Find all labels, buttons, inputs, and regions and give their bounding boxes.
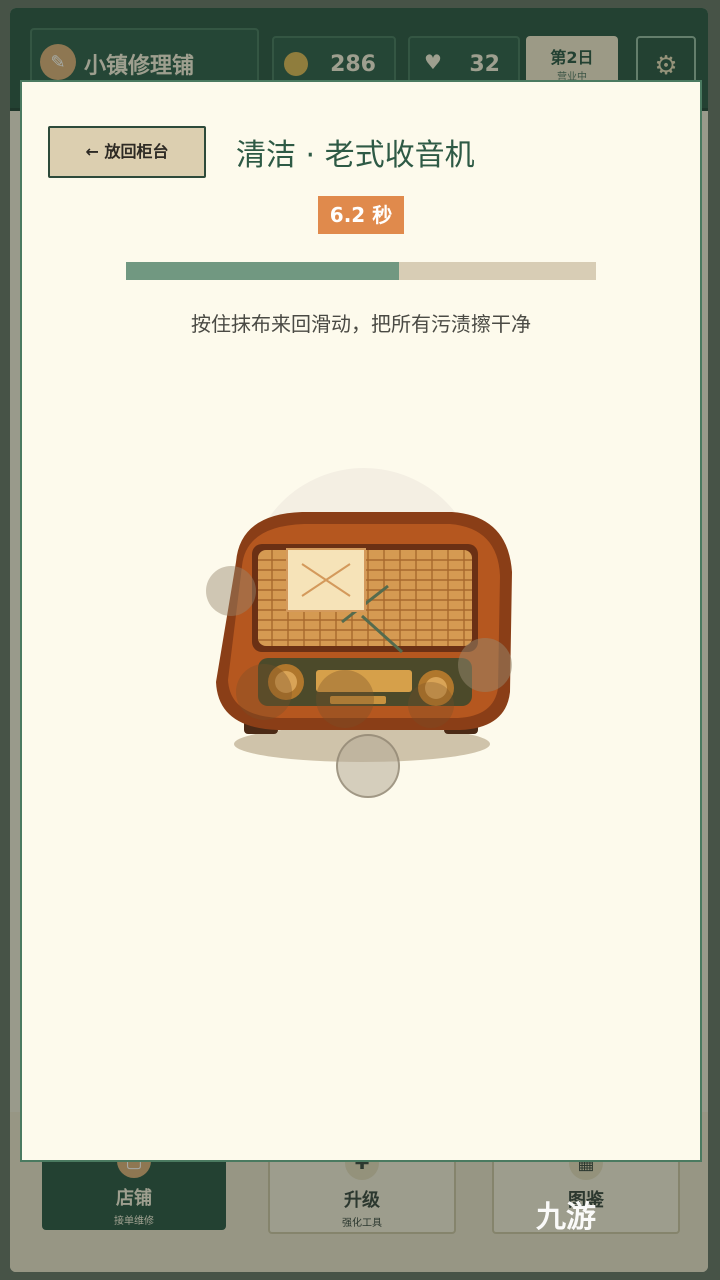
clean-progress-bar: [126, 262, 596, 280]
repair-tag: [286, 548, 366, 612]
timer-badge: 6.2 秒: [318, 196, 404, 234]
cleaning-modal: ← 放回柜台 清洁 · 老式收音机 6.2 秒 按住抹布来回滑动，把所有污渍擦干…: [20, 80, 702, 1162]
grime-spot[interactable]: [236, 664, 292, 720]
instruction-text: 按住抹布来回滑动，把所有污渍擦干净: [191, 312, 531, 336]
grime-spot[interactable]: [206, 566, 256, 616]
grime-spot[interactable]: [458, 638, 512, 692]
cross-mark-icon: [301, 563, 351, 597]
grime-spot[interactable]: [316, 670, 374, 728]
cleaning-cloth[interactable]: [336, 734, 400, 798]
grime-spot[interactable]: [408, 682, 454, 728]
watermark-logo: 九游: [536, 1200, 596, 1235]
modal-title: 清洁 · 老式收音机: [236, 138, 475, 173]
clean-progress-fill: [126, 262, 399, 280]
back-to-counter-button[interactable]: ← 放回柜台: [48, 126, 206, 178]
